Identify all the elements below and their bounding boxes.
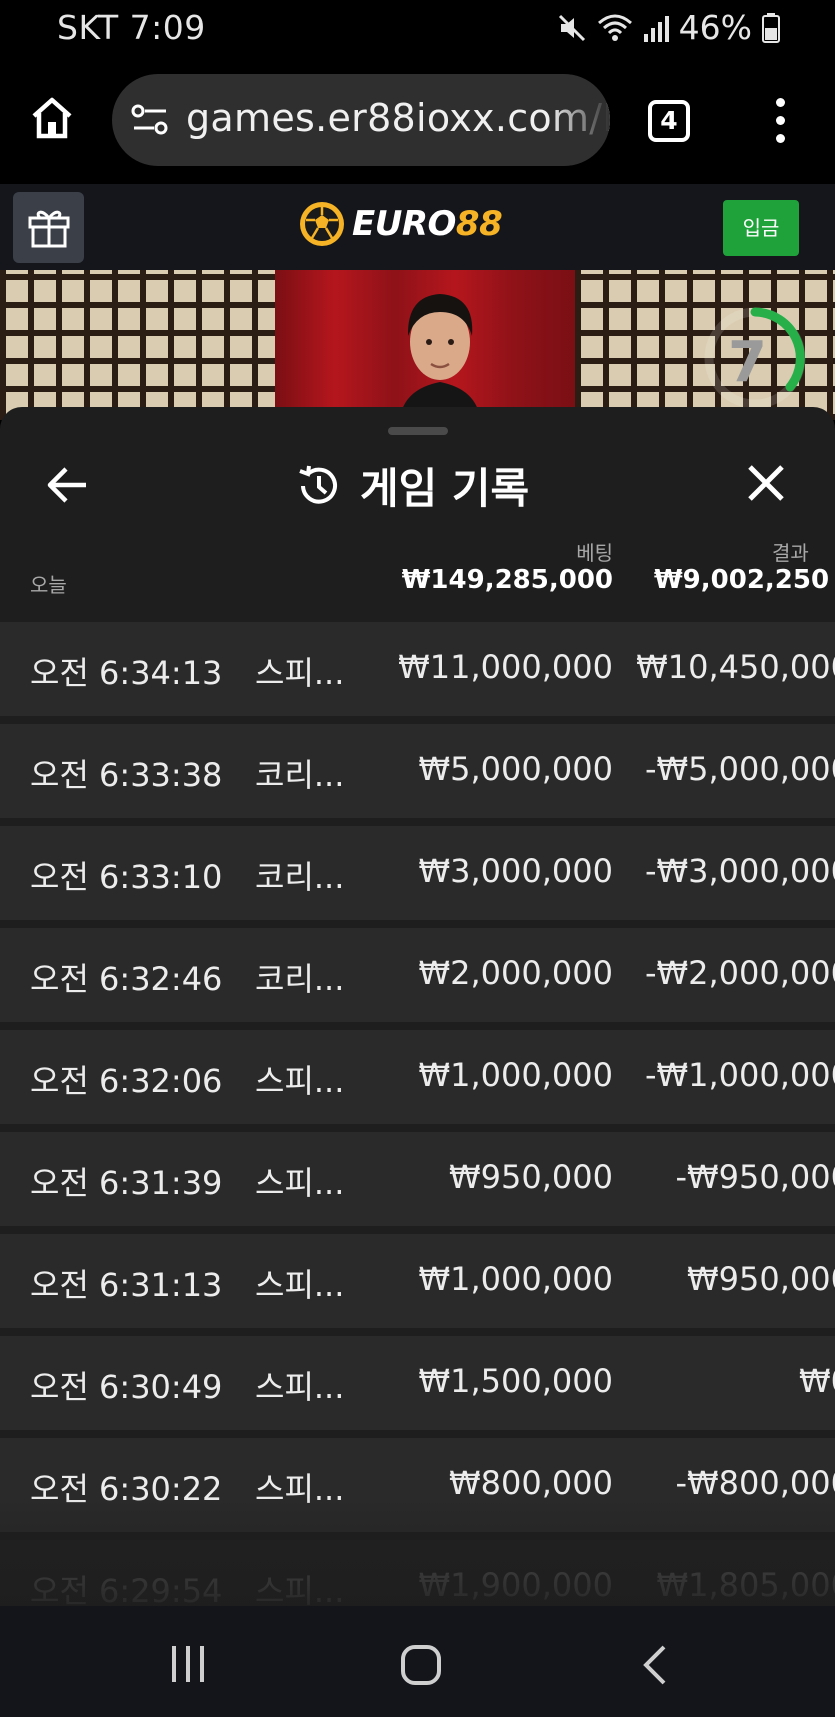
more-menu-icon[interactable] <box>770 98 790 148</box>
lattice-decoration-left <box>0 270 275 420</box>
game-history-panel: 게임 기록 오늘 베팅 ₩149,285,000 결과 ₩9,002,250 오… <box>0 407 835 1607</box>
back-arrow-icon[interactable] <box>46 463 90 507</box>
back-icon[interactable] <box>640 1644 670 1690</box>
panel-title: 게임 기록 <box>296 455 529 516</box>
site-header: EURO88 입금 <box>0 184 835 270</box>
row-result: ₩1,805,000 <box>656 1566 835 1604</box>
gift-button[interactable] <box>13 192 84 263</box>
soccer-ball-icon <box>300 202 344 246</box>
logo-88-text: 88 <box>455 204 503 244</box>
euro88-logo[interactable]: EURO88 <box>298 198 503 250</box>
row-result: -₩5,000,000 <box>644 750 835 788</box>
history-row[interactable]: 오전 6:32:06 스피... ₩1,000,000 -₩1,000,000 <box>0 1030 835 1124</box>
history-row[interactable]: 오전 6:34:13 스피... ₩11,000,000 ₩10,450,000 <box>0 622 835 716</box>
row-result: -₩1,000,000 <box>644 1056 835 1094</box>
history-row[interactable]: 오전 6:31:39 스피... ₩950,000 -₩950,000 <box>0 1132 835 1226</box>
row-result: ₩0 <box>799 1362 835 1400</box>
address-bar[interactable]: games.er88ioxx.com/L <box>112 74 610 166</box>
live-video: 7 <box>0 270 835 420</box>
system-nav-bar <box>0 1606 835 1717</box>
home-button-icon[interactable] <box>400 1644 442 1690</box>
row-result: -₩3,000,000 <box>644 852 835 890</box>
history-row[interactable]: 오전 6:33:38 코리... ₩5,000,000 -₩5,000,000 <box>0 724 835 818</box>
deposit-button[interactable]: 입금 <box>723 200 799 256</box>
mute-icon <box>557 13 587 43</box>
tabs-icon[interactable]: 4 <box>648 100 690 142</box>
battery-text: 46% <box>678 8 752 47</box>
dealer-image <box>399 294 481 420</box>
result-total: ₩9,002,250 <box>654 565 830 595</box>
history-row[interactable]: 오전 6:31:13 스피... ₩1,000,000 ₩950,000 <box>0 1234 835 1328</box>
wifi-icon <box>597 13 633 43</box>
signal-icon <box>643 14 669 42</box>
status-bar: SKT 7:09 46% <box>0 0 835 58</box>
close-icon[interactable] <box>744 461 788 505</box>
drag-handle[interactable] <box>388 427 448 435</box>
row-result: ₩950,000 <box>687 1260 835 1298</box>
result-column-label: 결과 <box>772 541 809 565</box>
row-result: ₩10,450,000 <box>636 648 835 686</box>
bet-total: ₩149,285,000 <box>401 565 613 595</box>
site-settings-icon[interactable] <box>130 102 170 138</box>
battery-icon <box>762 12 780 43</box>
history-icon <box>299 465 337 504</box>
home-icon[interactable] <box>30 96 82 148</box>
row-result: -₩800,000 <box>675 1464 835 1502</box>
browser-toolbar: games.er88ioxx.com/L 4 <box>0 58 835 184</box>
carrier-time: SKT 7:09 <box>57 8 206 47</box>
history-row[interactable]: 오전 6:32:46 코리... ₩2,000,000 -₩2,000,000 <box>0 928 835 1022</box>
logo-euro-text: EURO <box>352 204 456 244</box>
gift-icon <box>28 210 70 248</box>
history-row[interactable]: 오전 6:33:10 코리... ₩3,000,000 -₩3,000,000 <box>0 826 835 920</box>
recent-apps-icon[interactable] <box>168 1644 208 1688</box>
history-row[interactable]: 오전 6:30:49 스피... ₩1,500,000 ₩0 <box>0 1336 835 1430</box>
bet-column-label: 베팅 <box>576 541 613 565</box>
history-list: 오전 6:34:13 스피... ₩11,000,000 ₩10,450,000… <box>0 622 835 1607</box>
history-row[interactable]: 오전 6:29:54 스피... ₩1,900,000 ₩1,805,000 <box>0 1540 835 1607</box>
panel-title-text: 게임 기록 <box>360 464 530 513</box>
row-result: -₩2,000,000 <box>644 954 835 992</box>
url-text[interactable]: games.er88ioxx.com/L <box>186 96 610 140</box>
countdown-number: 7 <box>728 330 767 395</box>
status-icons: 46% <box>557 8 780 47</box>
history-row[interactable]: 오전 6:30:22 스피... ₩800,000 -₩800,000 <box>0 1438 835 1532</box>
row-result: -₩950,000 <box>675 1158 835 1196</box>
day-label: 오늘 <box>30 573 67 597</box>
